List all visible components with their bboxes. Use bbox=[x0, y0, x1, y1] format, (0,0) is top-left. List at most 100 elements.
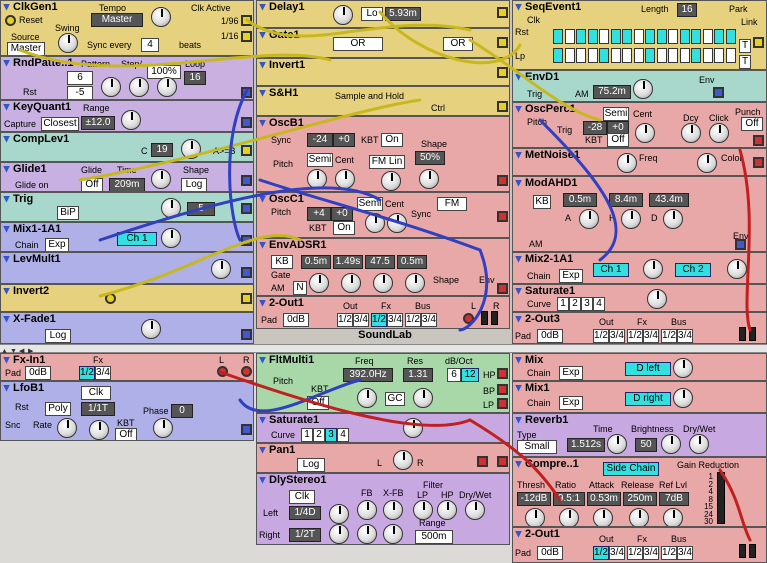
xfb-knob[interactable] bbox=[383, 500, 403, 520]
hp-knob[interactable] bbox=[437, 500, 457, 520]
l-out-jack[interactable] bbox=[217, 366, 228, 377]
db-button[interactable]: 0dB bbox=[25, 366, 51, 380]
invert1-module[interactable]: Invert1 bbox=[256, 58, 510, 86]
mix21a-module[interactable]: Mix2-1A1 Chain Exp Ch 1 Ch 2 bbox=[512, 252, 767, 284]
lfo-out-jack[interactable] bbox=[241, 424, 252, 435]
step-cell[interactable] bbox=[725, 48, 736, 63]
fx-12[interactable]: 1/2 bbox=[627, 546, 643, 560]
step-cell[interactable] bbox=[725, 29, 736, 44]
bus-34[interactable]: 3/4 bbox=[421, 313, 437, 327]
db-button[interactable]: 0dB bbox=[537, 329, 563, 343]
step-cell[interactable] bbox=[645, 48, 655, 63]
out2-module[interactable]: 2-Out1 Pad 0dB Out Fx Bus 1/2 3/4 1/2 3/… bbox=[256, 296, 510, 329]
curve-4[interactable]: 4 bbox=[593, 297, 605, 311]
fx-34[interactable]: 3/4 bbox=[95, 366, 111, 380]
fine-knob[interactable] bbox=[89, 420, 109, 440]
lp-out-jack[interactable] bbox=[497, 398, 508, 409]
exp-button[interactable]: Exp bbox=[559, 269, 583, 283]
invert-out-jack[interactable] bbox=[241, 293, 252, 304]
keyquant-module[interactable]: KeyQuant1 Range Capture Closest ±12.0 bbox=[0, 100, 254, 132]
oscc1-module[interactable]: OscC1 Pitch +4 +0 Semi Cent KBT On Sync … bbox=[256, 192, 510, 238]
step-cell[interactable] bbox=[714, 48, 724, 63]
out1-module[interactable]: 2-Out1 Pad 0dB Out Fx Bus 1/2 3/4 1/2 3/… bbox=[512, 527, 767, 563]
glide-out-jack[interactable] bbox=[241, 175, 252, 186]
fxin-module[interactable]: Fx-In1 Pad 0dB Fx 1/2 3/4 L R bbox=[0, 353, 254, 381]
out-34[interactable]: 3/4 bbox=[609, 329, 625, 343]
saturate-knob[interactable] bbox=[403, 418, 423, 438]
release-display[interactable]: 250m bbox=[623, 492, 657, 506]
dlystereo-module[interactable]: DlyStereo1 Clk FB X-FB Filter LP HP Dry/… bbox=[256, 473, 510, 545]
step-cell[interactable] bbox=[576, 29, 586, 44]
db-12[interactable]: 12 bbox=[461, 368, 479, 382]
kbt-button[interactable]: On bbox=[381, 133, 403, 147]
sh-out-jack[interactable] bbox=[497, 101, 508, 112]
fltmulti-module[interactable]: FltMulti1 Freq 392.0Hz Res 1.31 dB/Oct 6… bbox=[256, 353, 510, 413]
kbt-button[interactable]: Off bbox=[607, 133, 629, 147]
cent-knob[interactable] bbox=[387, 213, 407, 233]
bus-12[interactable]: 1/2 bbox=[661, 546, 677, 560]
complev-out-jack[interactable] bbox=[241, 145, 252, 156]
step-cell[interactable] bbox=[679, 48, 690, 63]
envd-out-jack[interactable] bbox=[713, 87, 724, 98]
step-cell[interactable] bbox=[645, 29, 655, 44]
c-display[interactable]: 19 bbox=[151, 143, 173, 157]
delay-knob[interactable] bbox=[333, 5, 353, 25]
phase-knob[interactable] bbox=[153, 418, 173, 438]
step-cell[interactable] bbox=[714, 29, 724, 44]
mix-module[interactable]: Mix Chain Exp D left bbox=[512, 353, 767, 381]
fb-knob[interactable] bbox=[357, 500, 377, 520]
delay-time-display[interactable]: 5.93m bbox=[385, 7, 421, 21]
op2-button[interactable]: OR bbox=[443, 37, 473, 51]
oscb-out-jack[interactable] bbox=[497, 175, 508, 186]
capture-select[interactable]: Closest bbox=[41, 117, 79, 131]
a-display[interactable]: 0.5m bbox=[563, 193, 597, 207]
r-out-jack[interactable] bbox=[241, 366, 252, 377]
ch2-knob[interactable] bbox=[727, 259, 747, 279]
reflvl-display[interactable]: 7dB bbox=[659, 492, 689, 506]
rack-separator[interactable]: ▲ ▼ ◀ ▶ bbox=[0, 344, 767, 355]
prob-knob[interactable] bbox=[157, 77, 177, 97]
left-knob[interactable] bbox=[329, 504, 349, 524]
exp-button[interactable]: Exp bbox=[559, 396, 583, 410]
lo-button[interactable]: Lo bbox=[361, 7, 383, 21]
sh1-module[interactable]: S&H1 Sample and Hold Ctrl bbox=[256, 86, 510, 116]
compressor-module[interactable]: Compre..1 Side Chain Gain Reduction Thre… bbox=[512, 457, 767, 527]
curve-3[interactable]: 3 bbox=[325, 428, 337, 442]
step-cell[interactable] bbox=[679, 29, 690, 44]
drywet-knob[interactable] bbox=[465, 500, 485, 520]
saturate1-module[interactable]: Saturate1 Curve 1 2 3 4 bbox=[512, 284, 767, 312]
xfade-knob[interactable] bbox=[141, 319, 161, 339]
lfob-module[interactable]: LfoB1 Rst Clk Poly 1/1T Snc Rate KBT Off… bbox=[0, 381, 254, 441]
bus-34[interactable]: 3/4 bbox=[677, 329, 693, 343]
c-knob[interactable] bbox=[181, 139, 201, 159]
step-cell[interactable] bbox=[610, 48, 621, 63]
pattern-knob[interactable] bbox=[101, 77, 121, 97]
reset-jack[interactable] bbox=[5, 15, 16, 26]
s-knob[interactable] bbox=[373, 273, 393, 293]
pitch-knob[interactable] bbox=[307, 169, 327, 189]
tempo-knob[interactable] bbox=[151, 7, 171, 27]
freq-display[interactable]: 392.0Hz bbox=[343, 368, 393, 382]
pan-l-jack[interactable] bbox=[477, 456, 488, 467]
rndpattern-module[interactable]: RndPatte..1 Pattern 6 -5 Rst Step/ 100% … bbox=[0, 56, 254, 100]
sidechain-button[interactable]: Side Chain bbox=[603, 462, 659, 476]
seqevent-module[interactable]: SeqEvent1 Length 16 Park Clk Link Rst Lp… bbox=[512, 0, 767, 70]
db-6[interactable]: 6 bbox=[447, 368, 461, 382]
out-12[interactable]: 1/2 bbox=[337, 313, 353, 327]
l-jack[interactable] bbox=[463, 313, 474, 324]
bus-34[interactable]: 3/4 bbox=[677, 546, 693, 560]
r-knob[interactable] bbox=[405, 273, 425, 293]
op1-button[interactable]: OR bbox=[333, 37, 383, 51]
oscperc-out-jack[interactable] bbox=[753, 135, 764, 146]
ch2-display[interactable]: Ch 2 bbox=[675, 263, 711, 277]
step-cell[interactable] bbox=[599, 29, 609, 44]
time-knob[interactable] bbox=[151, 169, 171, 189]
noise-out-jack[interactable] bbox=[753, 157, 764, 168]
step-cell[interactable] bbox=[564, 29, 575, 44]
div-out-jack[interactable] bbox=[241, 31, 252, 42]
sync-value[interactable]: 4 bbox=[141, 38, 159, 52]
step-cell[interactable] bbox=[587, 29, 598, 44]
time-display[interactable]: 1.512s bbox=[567, 438, 605, 452]
oscb1-module[interactable]: OscB1 Sync -24 +0 KBT On Shape 50% Pitch… bbox=[256, 116, 510, 192]
pan-r-jack[interactable] bbox=[497, 456, 508, 467]
